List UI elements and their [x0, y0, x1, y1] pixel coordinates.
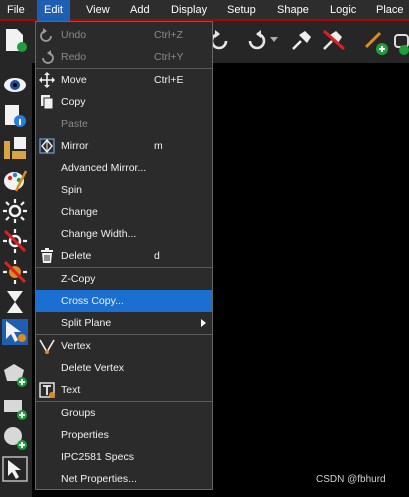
menu-file[interactable]: File: [0, 0, 32, 21]
menu-setup[interactable]: Setup: [220, 0, 263, 21]
menu-item-label: Text: [61, 384, 81, 396]
redo-icon: [42, 50, 54, 64]
menu-item-cross-copy[interactable]: Cross Copy...: [36, 290, 212, 312]
menu-add[interactable]: Add: [123, 0, 157, 21]
redo-dropdown-icon[interactable]: [270, 37, 278, 43]
menu-item-net-properties[interactable]: Net Properties...: [36, 468, 212, 490]
menu-item-delete-vertex[interactable]: Delete Vertex: [36, 357, 212, 379]
menu-view[interactable]: View: [79, 0, 117, 21]
add-shape-icon[interactable]: [394, 33, 409, 55]
menu-item-spin[interactable]: Spin: [36, 179, 212, 201]
menu-item-label: Advanced Mirror...: [61, 162, 147, 174]
menu-item-label: Copy: [61, 96, 86, 108]
library-icon[interactable]: [2, 135, 28, 161]
menu-item-shortcut: Ctrl+Z: [154, 29, 183, 41]
menu-item-label: IPC2581 Specs: [61, 451, 134, 463]
new-document-icon[interactable]: [2, 27, 28, 53]
text-icon: [39, 382, 55, 398]
menu-item-label: Mirror: [61, 140, 89, 152]
undo-icon: [40, 28, 52, 42]
move-icon: [39, 72, 55, 88]
brightness-icon[interactable]: [2, 198, 28, 224]
menu-item-label: Delete Vertex: [61, 362, 125, 374]
hourglass-icon[interactable]: [2, 289, 28, 315]
menu-item-move[interactable]: Move Ctrl+E: [36, 69, 212, 91]
menu-item-delete[interactable]: Delete d: [36, 245, 212, 267]
menu-item-label: Z-Copy: [61, 273, 96, 285]
menu-item-label: Spin: [61, 184, 83, 196]
brightness-off-icon[interactable]: [2, 228, 28, 254]
menu-item-label: Move: [61, 74, 87, 86]
color-palette-icon[interactable]: [2, 167, 28, 193]
menu-item-shortcut: m: [154, 140, 163, 152]
menu-item-change-width[interactable]: Change Width...: [36, 223, 212, 245]
menu-item-label: Redo: [61, 51, 87, 63]
menu-item-label: Change Width...: [61, 228, 137, 240]
menu-item-label: Undo: [61, 29, 87, 41]
menu-item-ipc2581-specs[interactable]: IPC2581 Specs: [36, 446, 212, 468]
menu-item-label: Split Plane: [61, 317, 112, 329]
menu-place[interactable]: Place: [369, 0, 409, 21]
add-circle-icon[interactable]: [2, 425, 28, 451]
redo-toolbar-icon[interactable]: [244, 29, 268, 53]
menu-item-text[interactable]: Text: [36, 379, 212, 401]
menu-bar: File Edit View Add Display Setup Shape L…: [0, 0, 409, 21]
menu-item-redo[interactable]: Redo Ctrl+Y: [36, 46, 212, 68]
vertex-icon: [39, 339, 55, 354]
menu-item-mirror[interactable]: Mirror m: [36, 135, 212, 157]
menu-item-label: Groups: [61, 407, 96, 419]
menu-display[interactable]: Display: [164, 0, 214, 21]
menu-item-shortcut: Ctrl+Y: [154, 51, 184, 63]
menu-item-paste[interactable]: Paste: [36, 113, 212, 135]
left-toolbar: [0, 29, 32, 497]
menu-edit[interactable]: Edit: [37, 0, 70, 21]
menu-item-label: Net Properties...: [61, 473, 137, 485]
watermark-text: CSDN @fbhurd: [316, 474, 386, 485]
trash-icon: [41, 248, 53, 263]
edit-menu-dropdown: Undo Ctrl+Z Redo Ctrl+Y Move Ctrl+E Copy…: [35, 21, 213, 490]
menu-item-label: Delete: [61, 250, 92, 262]
menu-item-label: Properties: [61, 429, 109, 441]
add-rectangle-icon[interactable]: [2, 395, 28, 421]
menu-item-undo[interactable]: Undo Ctrl+Z: [36, 24, 212, 46]
document-info-icon[interactable]: [2, 103, 28, 129]
unpin-icon[interactable]: [320, 27, 348, 53]
select-tool-active[interactable]: [2, 319, 28, 345]
pin-icon[interactable]: [289, 27, 315, 53]
copy-icon: [41, 95, 54, 110]
menu-shape[interactable]: Shape: [270, 0, 316, 21]
menu-logic[interactable]: Logic: [323, 0, 363, 21]
submenu-arrow-icon: [201, 319, 206, 327]
eye-icon[interactable]: [2, 72, 28, 98]
menu-item-shortcut: d: [154, 250, 160, 262]
menu-item-label: Cross Copy...: [61, 295, 124, 307]
menu-item-vertex[interactable]: Vertex: [36, 335, 212, 357]
menu-item-copy[interactable]: Copy: [36, 91, 212, 113]
menu-item-shortcut: Ctrl+E: [154, 74, 184, 86]
menu-item-label: Vertex: [61, 340, 91, 352]
mirror-icon: [39, 138, 55, 154]
add-polygon-icon[interactable]: [2, 361, 28, 387]
cursor-select-icon: [6, 321, 26, 342]
menu-item-advanced-mirror[interactable]: Advanced Mirror...: [36, 157, 212, 179]
highlight-icon[interactable]: [2, 259, 28, 285]
menu-item-label: Change: [61, 206, 98, 218]
menu-item-split-plane[interactable]: Split Plane: [36, 312, 212, 334]
menu-item-z-copy[interactable]: Z-Copy: [36, 268, 212, 290]
menu-item-groups[interactable]: Groups: [36, 402, 212, 424]
menu-item-label: Paste: [61, 118, 88, 130]
menu-item-change[interactable]: Change: [36, 201, 212, 223]
add-line-icon[interactable]: [362, 27, 390, 55]
select-area-icon[interactable]: [2, 456, 28, 482]
menu-item-properties[interactable]: Properties: [36, 424, 212, 446]
